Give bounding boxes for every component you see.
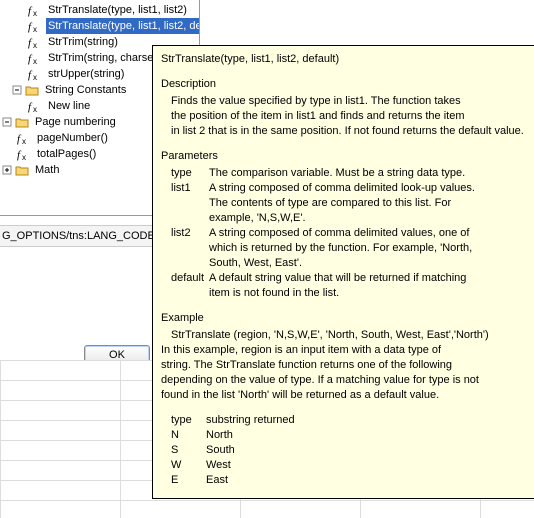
table-cell: West: [206, 458, 534, 473]
function-help-tooltip: StrTranslate(type, list1, list2, default…: [152, 45, 534, 499]
fx-icon: fx: [17, 148, 33, 161]
folder-open-icon: [15, 116, 31, 129]
tree-item-label: New line: [46, 98, 92, 114]
example-table: type substring returned N North S South …: [161, 413, 534, 488]
tree-item-label: pageNumber(): [35, 130, 110, 146]
tree-item[interactable]: fx StrTranslate(type, list1, list2): [0, 2, 199, 18]
table-cell: South: [206, 443, 534, 458]
collapse-icon[interactable]: [2, 117, 13, 128]
tree-item-label: StrTrim(string): [46, 34, 120, 50]
param-name: list1: [161, 181, 203, 226]
tree-item-label: strUpper(string): [46, 66, 126, 82]
options-path-text: G_OPTIONS/tns:LANG_CODE,: [2, 230, 158, 242]
tree-item-label: totalPages(): [35, 146, 98, 162]
param-name: list2: [161, 226, 203, 271]
table-cell: S: [171, 443, 206, 458]
table-header: substring returned: [206, 413, 534, 428]
svg-text:x: x: [33, 9, 37, 17]
fx-icon: fx: [28, 4, 44, 17]
table-cell: N: [171, 428, 206, 443]
tree-item-label: StrTrim(string, charset): [46, 50, 162, 66]
fx-icon: fx: [17, 132, 33, 145]
tree-item[interactable]: fx StrTranslate(type, list1, list2, defa…: [0, 18, 199, 34]
svg-text:x: x: [33, 105, 37, 113]
options-path-bar: G_OPTIONS/tns:LANG_CODE,: [0, 225, 156, 247]
example-heading: Example: [161, 311, 534, 326]
param-desc: The comparison variable. Must be a strin…: [209, 166, 534, 181]
param-name: default: [161, 271, 203, 301]
param-desc: A string composed of comma delimited val…: [209, 226, 534, 271]
parameters-list: type The comparison variable. Must be a …: [161, 166, 534, 301]
param-desc: A default string value that will be retu…: [209, 271, 534, 301]
svg-text:x: x: [22, 153, 26, 161]
tree-group-label: Page numbering: [33, 114, 118, 130]
folder-icon: [15, 164, 31, 177]
fx-icon: fx: [28, 52, 44, 65]
folder-open-icon: [25, 84, 41, 97]
description-heading: Description: [161, 77, 534, 92]
expand-icon[interactable]: [2, 165, 13, 176]
tree-group-label: String Constants: [43, 82, 128, 98]
table-cell: E: [171, 473, 206, 488]
table-cell: North: [206, 428, 534, 443]
table-cell: W: [171, 458, 206, 473]
parameters-heading: Parameters: [161, 149, 534, 164]
table-header: type: [171, 413, 206, 428]
svg-text:x: x: [33, 73, 37, 81]
fx-icon: fx: [28, 68, 44, 81]
svg-text:x: x: [33, 41, 37, 49]
param-desc: A string composed of comma delimited loo…: [209, 181, 534, 226]
fx-icon: fx: [28, 20, 44, 33]
collapse-icon[interactable]: [12, 85, 23, 96]
fx-icon: fx: [28, 36, 44, 49]
description-body: Finds the value specified by type in lis…: [161, 94, 534, 139]
tree-group-label: Math: [33, 162, 61, 178]
svg-text:x: x: [33, 57, 37, 65]
param-name: type: [161, 166, 203, 181]
svg-text:x: x: [22, 137, 26, 145]
fx-icon: fx: [28, 100, 44, 113]
svg-text:x: x: [33, 25, 37, 33]
tree-item-label: StrTranslate(type, list1, list2, default…: [46, 18, 200, 34]
example-body: StrTranslate (region, 'N,S,W,E', 'North,…: [161, 328, 534, 403]
tooltip-signature: StrTranslate(type, list1, list2, default…: [161, 52, 534, 67]
tree-item-label: StrTranslate(type, list1, list2): [46, 2, 189, 18]
table-cell: East: [206, 473, 534, 488]
